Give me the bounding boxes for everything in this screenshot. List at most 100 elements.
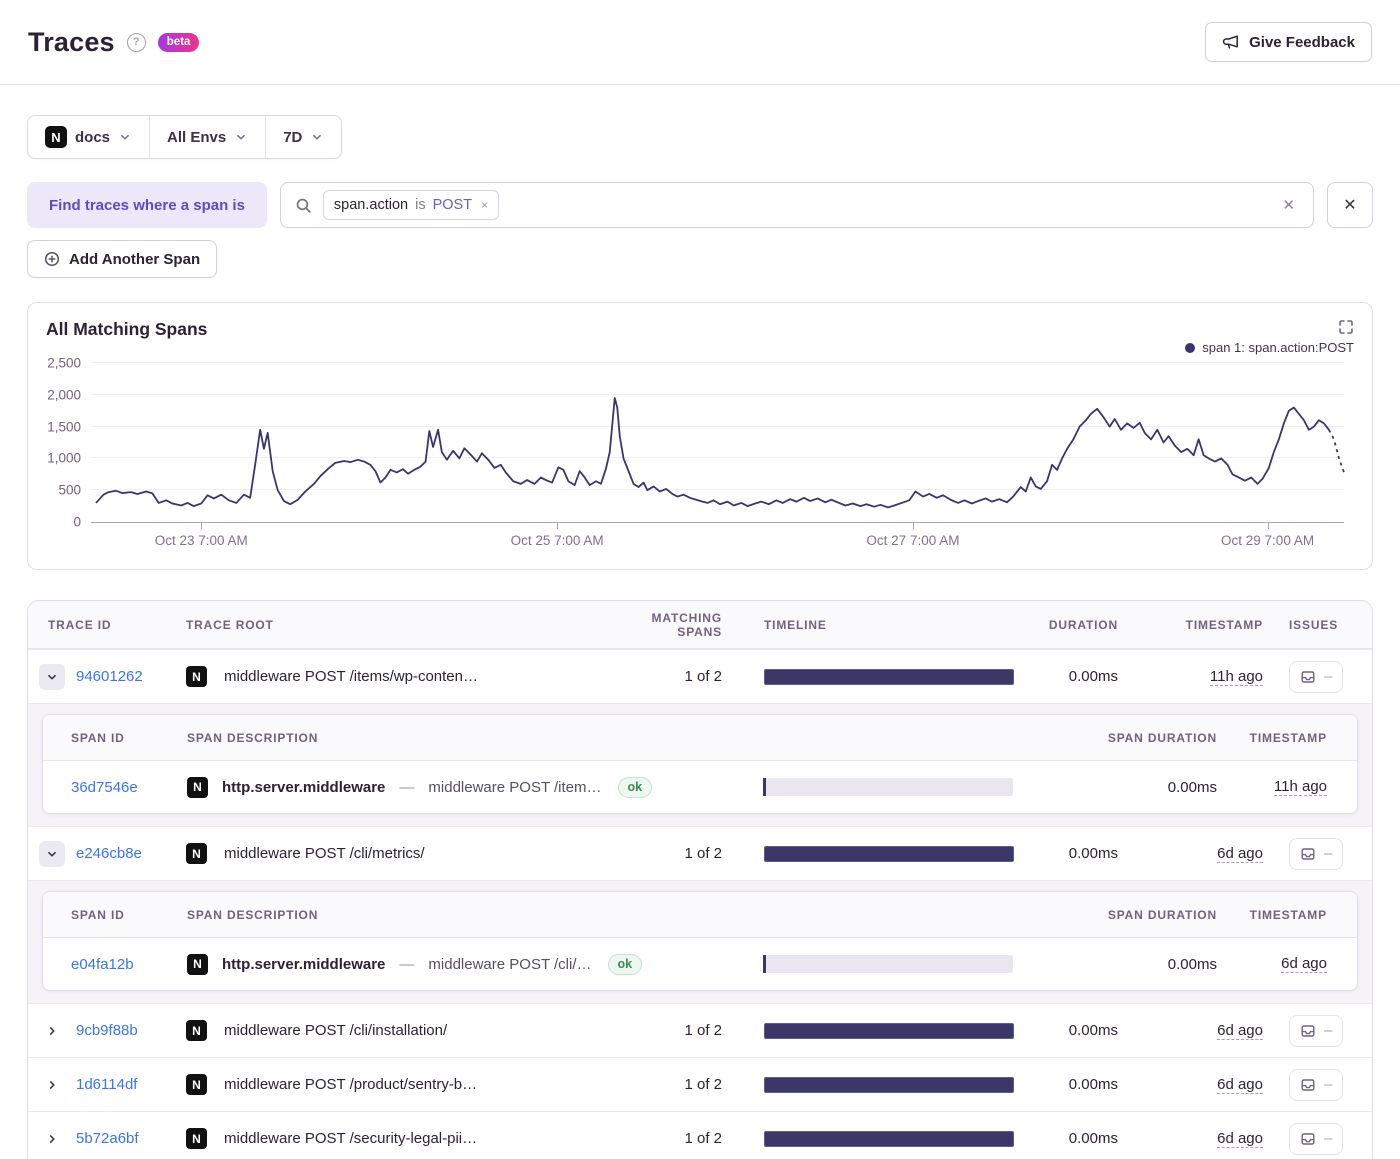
nextjs-icon: N [186, 1074, 207, 1095]
span-separator: — [399, 956, 414, 973]
date-range-filter[interactable]: 7D [265, 116, 341, 158]
give-feedback-button[interactable]: Give Feedback [1205, 22, 1372, 62]
trace-duration: 0.00ms [1046, 1076, 1128, 1093]
expand-trace-button[interactable] [39, 1072, 65, 1098]
y-axis-tick-label: 0 [73, 515, 81, 530]
trace-id-link[interactable]: 9cb9f88b [76, 1022, 186, 1039]
issues-button[interactable]: – [1289, 1069, 1343, 1101]
trace-duration: 0.00ms [1046, 845, 1128, 862]
table-row: 94601262 N middleware POST /items/wp-con… [28, 649, 1372, 703]
timeline-bar[interactable] [764, 1131, 1014, 1147]
help-icon[interactable]: ? [127, 33, 146, 52]
token-value: POST [433, 197, 472, 213]
span-timestamp[interactable]: 6d ago [1281, 955, 1327, 973]
chart-line-solid [96, 398, 1329, 507]
span-timeline-fill [763, 955, 766, 973]
trace-duration: 0.00ms [1046, 1130, 1128, 1147]
y-axis-tick-label: 500 [58, 483, 81, 498]
remove-span-query-button[interactable]: ✕ [1327, 182, 1373, 228]
trace-id-link[interactable]: e246cb8e [76, 845, 186, 862]
column-header-timestamp: Timestamp [1128, 618, 1273, 632]
matching-spans-chart-panel: All Matching Spans span 1: span.action:P… [27, 302, 1373, 570]
issues-count: – [1324, 668, 1332, 685]
timeline-bar[interactable] [764, 846, 1014, 862]
issues-button[interactable]: – [1289, 661, 1343, 693]
inbox-icon [1300, 1077, 1316, 1093]
x-axis-tick [913, 523, 914, 529]
timeline-bar[interactable] [764, 1077, 1014, 1093]
trace-timestamp[interactable]: 11h ago [1210, 668, 1263, 686]
span-table: Span ID Span Description Span Duration T… [42, 891, 1358, 991]
expand-trace-button[interactable] [39, 1126, 65, 1152]
span-timestamp[interactable]: 11h ago [1274, 778, 1327, 796]
nextjs-icon: N [186, 666, 207, 687]
chart-legend-item[interactable]: span 1: span.action:POST [1185, 340, 1354, 355]
spans-chart [91, 363, 1344, 522]
chart-title: All Matching Spans [46, 319, 207, 340]
timeline-bar[interactable] [764, 1023, 1014, 1039]
inbox-icon [1300, 1023, 1316, 1039]
chart-plot-area[interactable]: 05001,0001,5002,0002,500 [91, 363, 1344, 523]
span-query-row: Find traces where a span is span.action … [27, 182, 1373, 228]
collapse-trace-button[interactable] [39, 841, 65, 867]
expand-trace-button[interactable] [39, 1018, 65, 1044]
trace-root-text: middleware POST /cli/installation/ [224, 1022, 447, 1039]
nextjs-icon: N [186, 843, 207, 864]
inbox-icon [1300, 1131, 1316, 1147]
trace-expansion: Span ID Span Description Span Duration T… [28, 880, 1372, 1003]
span-timeline-bar[interactable] [763, 955, 1013, 973]
inbox-icon [1300, 846, 1316, 862]
trace-id-link[interactable]: 94601262 [76, 668, 186, 685]
matching-spans-count: 1 of 2 [616, 1130, 732, 1147]
trace-duration: 0.00ms [1046, 668, 1128, 685]
nextjs-icon: N [187, 954, 208, 975]
column-header-span-description: Span Description [187, 731, 727, 745]
span-search-bar[interactable]: span.action is POST × ✕ [280, 182, 1314, 228]
span-table: Span ID Span Description Span Duration T… [42, 714, 1358, 814]
timeline-bar[interactable] [764, 669, 1014, 685]
x-axis-tick-label: Oct 25 7:00 AM [511, 533, 604, 548]
environment-filter-label: All Envs [167, 129, 226, 146]
collapse-trace-button[interactable] [39, 664, 65, 690]
trace-timestamp[interactable]: 6d ago [1217, 845, 1263, 863]
y-axis-tick-label: 2,500 [47, 356, 81, 371]
issues-button[interactable]: – [1289, 838, 1343, 870]
environment-filter[interactable]: All Envs [149, 116, 265, 158]
span-id-link[interactable]: 36d7546e [43, 779, 187, 796]
trace-id-link[interactable]: 5b72a6bf [76, 1130, 186, 1147]
issues-button[interactable]: – [1289, 1123, 1343, 1155]
column-header-duration: Duration [1046, 618, 1128, 632]
y-axis-tick-label: 2,000 [47, 387, 81, 402]
issues-count: – [1324, 1130, 1332, 1147]
span-row: e04fa12b N http.server.middleware — midd… [43, 938, 1357, 990]
span-status-badge: ok [618, 777, 653, 798]
issues-button[interactable]: – [1289, 1015, 1343, 1047]
trace-id-link[interactable]: 1d6114df [76, 1076, 186, 1093]
y-axis-tick-label: 1,000 [47, 451, 81, 466]
add-another-span-button[interactable]: Add Another Span [27, 240, 217, 278]
column-header-span-timestamp: Timestamp [1227, 908, 1357, 922]
span-timeline-bar[interactable] [763, 778, 1013, 796]
trace-timestamp[interactable]: 6d ago [1217, 1022, 1263, 1040]
x-axis-tick [1268, 523, 1269, 529]
y-axis-tick-label: 1,500 [47, 419, 81, 434]
nextjs-icon: N [187, 777, 208, 798]
traces-page: Traces ? beta Give Feedback N docs [0, 0, 1400, 1159]
table-row: 9cb9f88b N middleware POST /cli/installa… [28, 1003, 1372, 1057]
x-axis-tick-label: Oct 23 7:00 AM [155, 533, 248, 548]
trace-timestamp[interactable]: 6d ago [1217, 1076, 1263, 1094]
token-remove-icon[interactable]: × [477, 196, 492, 214]
matching-spans-count: 1 of 2 [616, 668, 732, 685]
matching-spans-count: 1 of 2 [616, 1076, 732, 1093]
search-token[interactable]: span.action is POST × [323, 190, 499, 220]
expand-chart-icon[interactable] [1338, 319, 1354, 335]
project-filter[interactable]: N docs [28, 116, 149, 158]
beta-badge: beta [158, 33, 200, 52]
chart-legend-label: span 1: span.action:POST [1202, 340, 1354, 355]
span-duration: 0.00ms [1039, 779, 1227, 796]
span-id-link[interactable]: e04fa12b [43, 956, 187, 973]
trace-timestamp[interactable]: 6d ago [1217, 1130, 1263, 1148]
matching-spans-count: 1 of 2 [616, 845, 732, 862]
table-row: e246cb8e N middleware POST /cli/metrics/… [28, 826, 1372, 880]
search-clear-icon[interactable]: ✕ [1278, 192, 1299, 218]
